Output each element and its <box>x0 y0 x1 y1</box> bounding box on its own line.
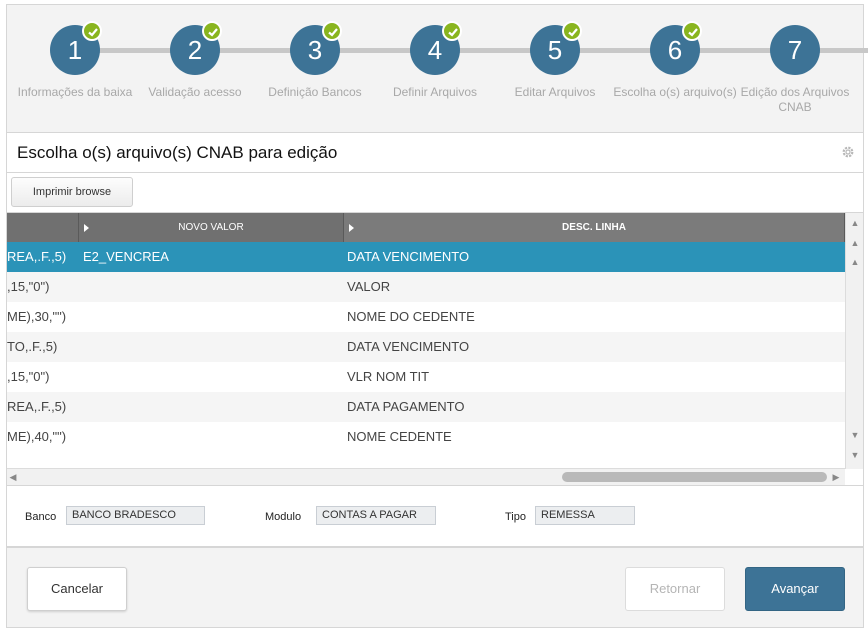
vertical-scrollbar[interactable]: ▲ ▲ ▲ ▼ ▼ <box>845 213 863 469</box>
gear-icon[interactable] <box>841 145 855 159</box>
table-cell: VLR NOM TIT <box>347 369 430 384</box>
scroll-right-icon[interactable]: ▶ <box>830 471 842 483</box>
banco-label: Banco <box>25 511 57 523</box>
table-cell: ,15,"0") <box>7 369 50 384</box>
column-header-desc-linha[interactable]: DESC. LINHA <box>344 213 845 242</box>
table-cell <box>83 332 343 362</box>
table-cell <box>83 302 343 332</box>
table-row[interactable]: REA,.F.,5) E2_VENCREA DATA VENCIMENTO <box>7 242 845 272</box>
column-header-novo-valor[interactable]: NOVO VALOR <box>79 213 344 242</box>
table-cell: TO,.F.,5) <box>7 339 58 354</box>
title-bar: Escolha o(s) arquivo(s) CNAB para edição <box>6 132 864 173</box>
table-cell: VALOR <box>347 279 391 294</box>
modulo-field: CONTAS A PAGAR <box>316 506 436 525</box>
step-label: Edição dos Arquivos CNAB <box>740 85 850 114</box>
check-icon <box>682 21 702 41</box>
data-grid: NOVO VALOR DESC. LINHA REA,.F.,5) E2_VEN… <box>6 212 864 486</box>
table-cell <box>83 362 343 392</box>
footer: Cancelar Retornar Avançar <box>6 547 864 628</box>
table-row[interactable]: ,15,"0") VLR NOM TIT <box>7 362 845 392</box>
check-icon <box>82 21 102 41</box>
tipo-field: REMESSA <box>535 506 635 525</box>
step-label: Informações da baixa <box>17 85 133 99</box>
file-info-bar: Banco BANCO BRADESCO Modulo CONTAS A PAG… <box>6 486 864 547</box>
check-icon <box>442 21 462 41</box>
scroll-down-icon[interactable]: ▼ <box>849 429 861 441</box>
scroll-page-up-icon[interactable]: ▲ <box>849 237 861 249</box>
table-cell: NOME CEDENTE <box>347 429 452 444</box>
column-header-1[interactable] <box>7 213 79 242</box>
table-cell <box>83 392 343 422</box>
table-cell: NOME DO CEDENTE <box>347 309 475 324</box>
table-cell: REA,.F.,5) <box>7 399 67 414</box>
table-cell: DATA VENCIMENTO <box>347 249 470 264</box>
banco-field: BANCO BRADESCO <box>66 506 205 525</box>
check-icon <box>322 21 342 41</box>
step-number: 7 <box>770 25 820 75</box>
check-icon <box>562 21 582 41</box>
table-row[interactable]: ME),30,"") NOME DO CEDENTE <box>7 302 845 332</box>
page-title: Escolha o(s) arquivo(s) CNAB para edição <box>17 143 338 162</box>
horizontal-scroll-thumb[interactable] <box>562 472 827 482</box>
table-row[interactable]: ,15,"0") VALOR <box>7 272 845 302</box>
next-button[interactable]: Avançar <box>745 567 845 611</box>
caret-right-icon <box>349 224 354 232</box>
table-cell: DATA PAGAMENTO <box>347 399 465 414</box>
table-cell <box>83 272 343 302</box>
table-cell <box>83 422 343 452</box>
column-header-label: NOVO VALOR <box>178 222 244 233</box>
table-row[interactable]: REA,.F.,5) DATA PAGAMENTO <box>7 392 845 422</box>
scroll-page-down-icon[interactable]: ▼ <box>849 449 861 461</box>
table-cell: DATA VENCIMENTO <box>347 339 470 354</box>
step-label: Definição Bancos <box>268 85 362 99</box>
scroll-top-icon[interactable]: ▲ <box>849 217 861 229</box>
scroll-left-icon[interactable]: ◀ <box>7 471 19 483</box>
table-cell: ME),30,"") <box>7 309 67 324</box>
table-cell: ME),40,"") <box>7 429 67 444</box>
step-label: Definir Arquivos <box>392 85 478 99</box>
cancel-button[interactable]: Cancelar <box>27 567 127 611</box>
tipo-label: Tipo <box>505 511 526 523</box>
check-icon <box>202 21 222 41</box>
table-row[interactable]: TO,.F.,5) DATA VENCIMENTO <box>7 332 845 362</box>
table-cell: ,15,"0") <box>7 279 50 294</box>
print-browse-button[interactable]: Imprimir browse <box>11 177 133 207</box>
table-row[interactable]: ME),40,"") NOME CEDENTE <box>7 422 845 452</box>
step-label: Escolha o(s) arquivo(s) <box>613 85 737 99</box>
wizard-window: 1 Informações da baixa 2 Validação acess… <box>0 0 868 630</box>
wizard-steps: 1 Informações da baixa 2 Validação acess… <box>6 4 868 132</box>
toolbar: Imprimir browse <box>6 173 864 212</box>
column-header-label: DESC. LINHA <box>562 222 626 233</box>
table-cell: E2_VENCREA <box>83 249 169 264</box>
horizontal-scrollbar[interactable]: ◀ ▶ <box>7 468 845 485</box>
scroll-up-icon[interactable]: ▲ <box>849 256 861 268</box>
table-cell: REA,.F.,5) <box>7 249 67 264</box>
grid-header: NOVO VALOR DESC. LINHA <box>7 213 845 242</box>
caret-right-icon <box>84 224 89 232</box>
back-button[interactable]: Retornar <box>625 567 725 611</box>
modulo-label: Modulo <box>265 511 302 523</box>
step-label: Editar Arquivos <box>514 85 596 99</box>
step-label: Validação acesso <box>148 85 242 99</box>
